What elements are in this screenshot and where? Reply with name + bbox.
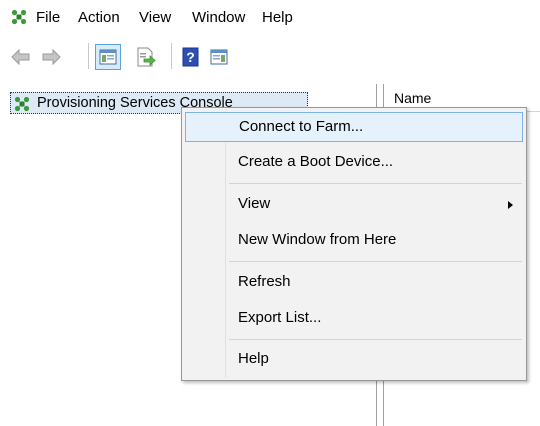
svg-text:?: ? — [186, 49, 195, 65]
menu-separator — [229, 261, 522, 262]
menu-separator — [229, 183, 522, 184]
menu-item-export-list[interactable]: Export List... — [185, 304, 523, 334]
menu-item-label: View — [238, 195, 271, 212]
citrix-app-icon — [11, 9, 27, 25]
show-hide-action-pane-icon — [210, 49, 228, 65]
back-arrow-icon — [11, 48, 30, 66]
show-hide-action-pane-button[interactable] — [206, 44, 232, 70]
menu-item-view[interactable]: View — [185, 190, 523, 220]
toolbar: ? — [0, 38, 540, 78]
menu-item-label: Connect to Farm... — [239, 118, 364, 135]
menu-item-label: Help — [238, 350, 269, 367]
menu-bar: File Action View Window Help — [0, 0, 540, 34]
column-header-label: Name — [394, 90, 432, 106]
menu-item-help[interactable]: Help — [185, 345, 523, 375]
submenu-arrow-icon — [508, 201, 513, 209]
menu-separator — [229, 339, 522, 340]
menu-item-label: Export List... — [238, 309, 322, 326]
menu-item-label: Refresh — [238, 273, 291, 290]
menu-help[interactable]: Help — [262, 8, 293, 28]
help-button[interactable]: ? — [178, 44, 204, 70]
menu-item-connect-to-farm[interactable]: Connect to Farm... — [185, 112, 523, 142]
back-button[interactable] — [8, 44, 34, 70]
menu-item-new-window-from-here[interactable]: New Window from Here — [185, 226, 523, 256]
citrix-console-icon — [14, 96, 30, 112]
export-list-button[interactable] — [132, 44, 158, 70]
toolbar-separator — [171, 43, 172, 69]
menu-item-label: Create a Boot Device... — [238, 153, 394, 170]
export-list-icon — [137, 47, 156, 67]
forward-button[interactable] — [38, 44, 64, 70]
menu-item-refresh[interactable]: Refresh — [185, 268, 523, 298]
menu-view[interactable]: View — [139, 8, 171, 28]
menu-window[interactable]: Window — [192, 8, 245, 28]
help-icon: ? — [182, 47, 199, 67]
menu-item-label: New Window from Here — [238, 231, 397, 248]
forward-arrow-icon — [42, 48, 61, 66]
show-hide-console-tree-icon — [99, 49, 117, 65]
toolbar-separator — [88, 43, 89, 69]
menu-action[interactable]: Action — [78, 8, 120, 28]
context-menu: Connect to Farm... Create a Boot Device.… — [181, 107, 527, 381]
menu-file[interactable]: File — [36, 8, 60, 28]
show-hide-console-tree-button[interactable] — [95, 44, 121, 70]
menu-item-create-boot-device[interactable]: Create a Boot Device... — [185, 148, 523, 178]
